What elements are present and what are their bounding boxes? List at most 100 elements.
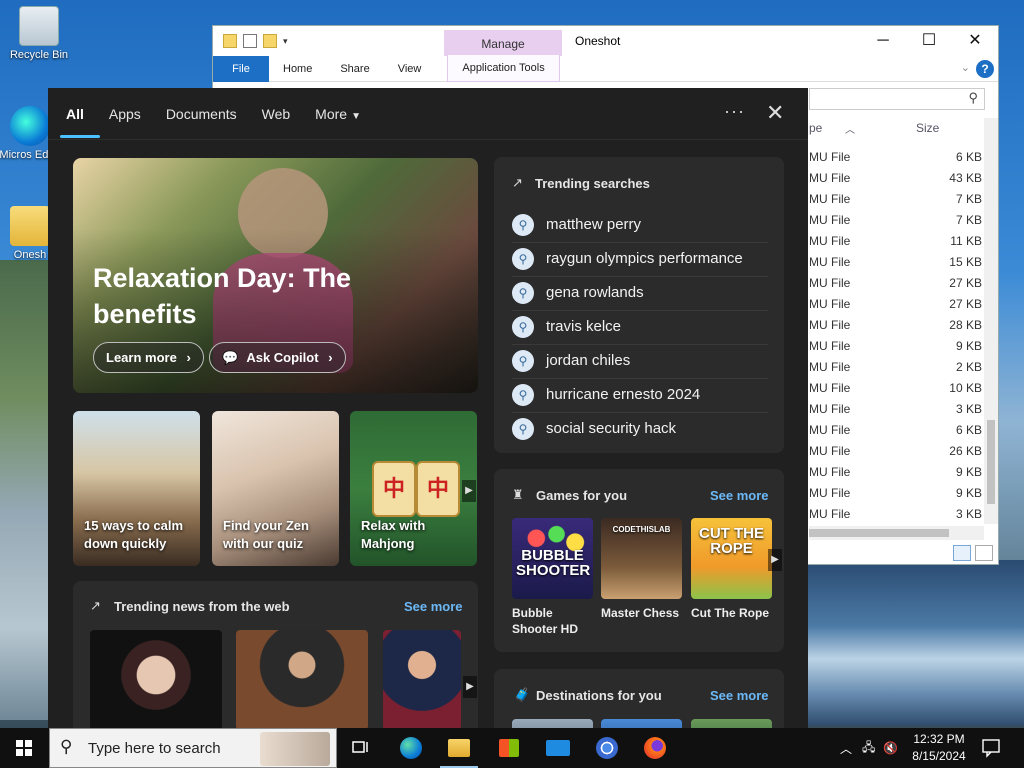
trending-search-item[interactable]: ⚲ hurricane ernesto 2024 <box>512 379 768 413</box>
tab-apps[interactable]: Apps <box>109 88 141 140</box>
task-view-icon[interactable] <box>347 734 375 762</box>
tab-all[interactable]: All <box>60 88 100 140</box>
trending-search-item[interactable]: ⚲ social security hack <box>512 413 768 447</box>
file-row[interactable]: MU File 6 KB <box>809 423 984 444</box>
tab-documents[interactable]: Documents <box>166 88 237 140</box>
games-next-arrow[interactable]: ▶ <box>768 549 782 571</box>
game-tile-cut-the-rope[interactable]: CUT THE ROPE Cut The Rope <box>691 518 772 621</box>
file-row[interactable]: MU File 3 KB <box>809 402 984 423</box>
file-type: MU File <box>809 507 851 521</box>
store-icon[interactable] <box>495 734 523 762</box>
card-mahjong[interactable]: 中 中 Relax with Mahjong <box>350 411 477 566</box>
game-name: Master Chess <box>601 606 680 620</box>
maximize-button[interactable]: ☐ <box>906 26 952 56</box>
window-controls: ─ ☐ ✕ <box>860 26 998 56</box>
start-button[interactable] <box>0 728 48 768</box>
tab-view[interactable]: View <box>384 56 436 82</box>
desktop-icon-recycle-bin[interactable]: Recycle Bin <box>3 6 75 61</box>
file-row[interactable]: MU File 9 KB <box>809 486 984 507</box>
search-icon: ⚲ <box>60 737 73 756</box>
destination-thumbnail[interactable] <box>512 719 593 728</box>
minimize-button[interactable]: ─ <box>860 26 906 56</box>
tab-web[interactable]: Web <box>262 88 291 140</box>
news-thumbnail[interactable] <box>383 630 461 728</box>
expand-ribbon-icon[interactable]: ⌄ <box>961 61 970 74</box>
network-icon[interactable]: 🖧 <box>862 738 875 759</box>
trending-search-item[interactable]: ⚲ gena rowlands <box>512 277 768 311</box>
new-folder-icon[interactable] <box>263 34 277 48</box>
properties-icon[interactable] <box>243 34 257 48</box>
see-more-link[interactable]: See more <box>710 488 769 503</box>
game-thumbnail: CUT THE ROPE <box>691 518 772 599</box>
file-row[interactable]: MU File 10 KB <box>809 381 984 402</box>
tab-share[interactable]: Share <box>326 56 383 82</box>
card-zen-quiz[interactable]: Find your Zen with our quiz <box>212 411 339 566</box>
mail-icon[interactable] <box>544 734 572 762</box>
tab-manage[interactable]: Manage <box>444 30 562 56</box>
card-calm-down[interactable]: 15 ways to calm down quickly <box>73 411 200 566</box>
see-more-link[interactable]: See more <box>404 599 463 614</box>
column-header-type[interactable]: pe <box>809 121 822 135</box>
see-more-link[interactable]: See more <box>710 688 769 703</box>
scrollbar-thumb[interactable] <box>809 529 949 537</box>
more-options-icon[interactable]: ··· <box>724 101 745 122</box>
folder-icon[interactable] <box>223 34 237 48</box>
horizontal-scrollbar[interactable] <box>809 526 984 540</box>
help-button[interactable]: ? <box>976 60 994 78</box>
file-row[interactable]: MU File 3 KB <box>809 507 984 528</box>
file-type: MU File <box>809 486 851 500</box>
file-row[interactable]: MU File 7 KB <box>809 213 984 234</box>
game-tile-bubble-shooter[interactable]: BUBBLE SHOOTER Bubble Shooter HD <box>512 518 593 637</box>
edge-icon[interactable] <box>397 734 425 762</box>
file-row[interactable]: MU File 2 KB <box>809 360 984 381</box>
clock[interactable]: 12:32 PM 8/15/2024 <box>904 731 974 765</box>
chevron-down-icon[interactable]: ▾ <box>283 36 288 47</box>
tab-file[interactable]: File <box>213 55 269 82</box>
vertical-scrollbar[interactable] <box>984 118 998 524</box>
tab-home[interactable]: Home <box>269 56 326 82</box>
details-view-icon[interactable] <box>953 545 971 561</box>
volume-muted-icon[interactable]: 🔇 <box>883 741 898 755</box>
cards-next-arrow[interactable]: ▶ <box>462 480 476 502</box>
large-icons-view-icon[interactable] <box>975 545 993 561</box>
file-row[interactable]: MU File 15 KB <box>809 255 984 276</box>
news-thumbnail[interactable] <box>90 630 222 728</box>
notification-icon[interactable] <box>980 736 1002 758</box>
file-row[interactable]: MU File 43 KB <box>809 171 984 192</box>
trending-search-item[interactable]: ⚲ matthew perry <box>512 209 768 243</box>
close-button[interactable]: ✕ <box>952 26 998 56</box>
trending-search-item[interactable]: ⚲ travis kelce <box>512 311 768 345</box>
file-explorer-icon[interactable] <box>445 734 473 762</box>
game-tile-master-chess[interactable]: CODETHISLAB Master Chess <box>601 518 682 621</box>
card-label: Find your Zen with our quiz <box>223 518 309 551</box>
column-header-size[interactable]: Size <box>916 121 939 135</box>
news-thumbnail[interactable] <box>236 630 368 728</box>
close-icon[interactable]: ✕ <box>766 100 784 126</box>
explorer-search-input[interactable]: ⚲ <box>809 88 985 110</box>
file-row[interactable]: MU File 27 KB <box>809 297 984 318</box>
destination-thumbnail[interactable] <box>601 719 682 728</box>
news-next-arrow[interactable]: ▶ <box>463 676 477 698</box>
tab-application-tools[interactable]: Application Tools <box>447 55 560 82</box>
hero-card[interactable]: Relaxation Day: The benefits Learn more … <box>73 158 478 393</box>
file-row[interactable]: MU File 7 KB <box>809 192 984 213</box>
taskbar-search-box[interactable]: ⚲ Type here to search <box>49 728 337 768</box>
scrollbar-thumb[interactable] <box>987 420 995 504</box>
tab-more[interactable]: More ▼ <box>315 88 361 140</box>
file-row[interactable]: MU File 28 KB <box>809 318 984 339</box>
ask-copilot-button[interactable]: 💬 Ask Copilot › <box>209 342 346 373</box>
chrome-icon[interactable] <box>593 734 621 762</box>
show-hidden-icons-icon[interactable]: ︿ <box>840 740 852 757</box>
destination-thumbnail[interactable] <box>691 719 772 728</box>
file-row[interactable]: MU File 6 KB <box>809 150 984 171</box>
file-row[interactable]: MU File 27 KB <box>809 276 984 297</box>
trending-search-item[interactable]: ⚲ jordan chiles <box>512 345 768 379</box>
file-row[interactable]: MU File 26 KB <box>809 444 984 465</box>
file-row[interactable]: MU File 9 KB <box>809 339 984 360</box>
learn-more-button[interactable]: Learn more › <box>93 342 204 373</box>
file-row[interactable]: MU File 9 KB <box>809 465 984 486</box>
firefox-icon[interactable] <box>641 734 669 762</box>
file-row[interactable]: MU File 11 KB <box>809 234 984 255</box>
trending-search-item[interactable]: ⚲ raygun olympics performance <box>512 243 768 277</box>
file-type: MU File <box>809 318 851 332</box>
